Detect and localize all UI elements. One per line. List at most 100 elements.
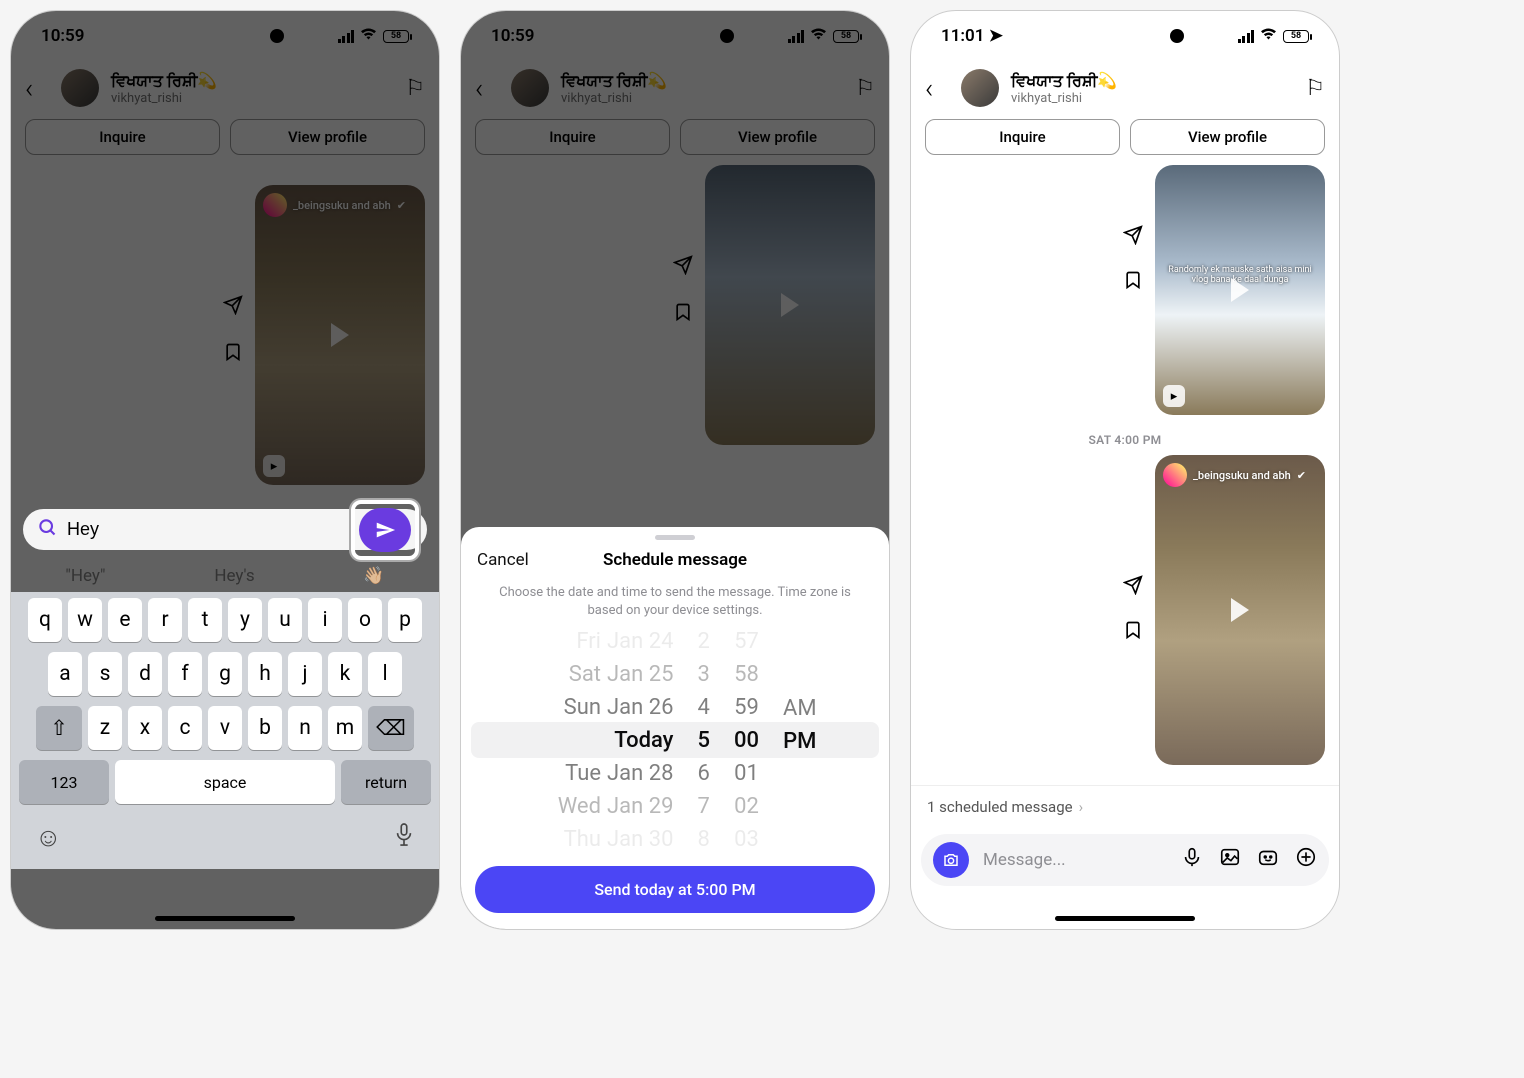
minute-column[interactable]: 57 58 59 00 01 02 03 [734,630,759,850]
gallery-icon[interactable] [1219,846,1241,874]
chat-scroll[interactable]: Randomly ek mauske sath aisa mini vlog b… [911,165,1339,785]
scheduled-messages-bar[interactable]: 1 scheduled message › [911,785,1339,828]
ampm-column[interactable]: AM PM [783,636,817,844]
key[interactable]: l [368,652,402,696]
add-icon[interactable] [1295,846,1317,874]
scheduled-label: 1 scheduled message [927,798,1073,816]
key[interactable]: y [228,598,262,642]
key[interactable]: t [188,598,222,642]
key[interactable]: s [88,652,122,696]
view-profile-button[interactable]: View profile [1130,119,1325,155]
input-actions [1181,846,1317,874]
sheet-header: Cancel Schedule message [461,546,889,580]
date-column[interactable]: Fri Jan 24 Sat Jan 25 Sun Jan 26 Today T… [533,630,673,850]
selected-ampm: PM [783,729,816,754]
camera-notch [1170,29,1184,43]
key[interactable]: d [128,652,162,696]
status-indicators: 58 [1238,27,1310,45]
verify-icon: ✔ [1297,469,1306,482]
message-placeholder[interactable]: Message... [983,850,1167,870]
key[interactable]: w [68,598,102,642]
key[interactable]: a [48,652,82,696]
key[interactable]: z [88,706,122,750]
mic-key[interactable] [393,822,415,855]
sheet-description: Choose the date and time to send the mes… [461,580,889,630]
bookmark-icon[interactable] [1123,270,1143,295]
sheet-title: Schedule message [603,550,747,570]
space-key[interactable]: space [115,760,335,804]
contact-name-block[interactable]: ਵਿਖਯਾਤ ਰਿਸ਼ੀ💫 vikhyat_rishi [1011,71,1293,106]
key[interactable]: j [288,652,322,696]
shared-reel-card[interactable]: Randomly ek mauske sath aisa mini vlog b… [1155,165,1325,415]
schedule-send-button[interactable]: Send today at 5:00 PM [475,866,875,913]
numbers-key[interactable]: 123 [19,760,109,804]
inquire-button[interactable]: Inquire [925,119,1120,155]
suggestion[interactable]: Hey's [214,566,254,586]
sticker-icon[interactable] [1257,846,1279,874]
key[interactable]: f [168,652,202,696]
back-icon[interactable]: ‹ [925,72,949,105]
home-indicator[interactable] [1055,916,1195,921]
play-icon [1231,598,1249,622]
selected-hour: 5 [697,728,710,753]
key[interactable]: r [148,598,182,642]
suggestion[interactable]: "Hey" [65,566,105,586]
key[interactable]: g [208,652,242,696]
mic-icon[interactable] [1181,846,1203,874]
return-key[interactable]: return [341,760,431,804]
share-icon[interactable] [1123,225,1143,250]
key[interactable]: q [28,598,62,642]
timestamp-label: SAT 4:00 PM [911,425,1339,455]
key[interactable]: o [348,598,382,642]
key[interactable]: c [168,706,202,750]
play-icon [1231,278,1249,302]
key[interactable]: b [248,706,282,750]
message-side-icons [1123,575,1143,645]
status-time: 11:01 ➤ [941,26,1003,46]
key[interactable]: p [388,598,422,642]
bookmark-icon[interactable] [1123,620,1143,645]
schedule-sheet: Cancel Schedule message Choose the date … [461,527,889,929]
key[interactable]: x [128,706,162,750]
cancel-button[interactable]: Cancel [477,550,529,570]
profile-action-row: Inquire View profile [911,115,1339,165]
backspace-key[interactable]: ⌫ [368,706,414,750]
selected-minute: 00 [734,728,759,753]
message-side-icons [1123,225,1143,295]
shift-key[interactable]: ⇧ [36,706,82,750]
sheet-handle[interactable] [655,535,695,540]
key[interactable]: i [308,598,342,642]
wifi-icon [1260,27,1277,45]
flag-icon[interactable]: ⚐ [1305,76,1325,101]
reels-icon: ▸ [1163,385,1185,407]
reel-username: _beingsuku and abh [1193,469,1291,482]
emoji-key[interactable]: ☺ [35,822,62,855]
key[interactable]: u [268,598,302,642]
key[interactable]: n [288,706,322,750]
key[interactable]: e [108,598,142,642]
avatar[interactable] [961,69,999,107]
message-input-row: Message... [921,834,1329,886]
send-button-highlight [351,500,419,560]
suggestion[interactable]: 👋🏼 [363,566,384,586]
send-button[interactable] [359,508,411,552]
display-name: ਵਿਖਯਾਤ ਰਿਸ਼ੀ [1011,71,1097,90]
phone-screen-scheduled-indicator: 11:01 ➤ 58 ‹ ਵਿਖਯਾਤ ਰਿਸ਼ੀ💫 vikhyat_rishi… [910,10,1340,930]
chevron-right-icon: › [1079,798,1084,816]
keyboard-suggestions: "Hey" Hey's 👋🏼 [11,554,439,592]
key[interactable]: k [328,652,362,696]
battery-icon: 58 [1283,30,1309,43]
key[interactable]: h [248,652,282,696]
key[interactable]: v [208,706,242,750]
picker-selection-band [471,722,879,758]
chat-header: ‹ ਵਿਖਯਾਤ ਰਿਸ਼ੀ💫 vikhyat_rishi ⚐ [911,61,1339,115]
datetime-picker[interactable]: Fri Jan 24 Sat Jan 25 Sun Jan 26 Today T… [461,630,889,850]
key[interactable]: m [328,706,362,750]
shared-reel-card[interactable]: _beingsuku and abh ✔ [1155,455,1325,765]
hour-column[interactable]: 2 3 4 5 6 7 8 [697,630,710,850]
camera-button[interactable] [933,842,969,878]
share-icon[interactable] [1123,575,1143,600]
name-emoji: 💫 [1097,71,1117,90]
search-icon[interactable] [37,517,57,542]
phone-screen-schedule-picker: 10:59 58 ‹ ਵਿਖਯਾਤ ਰਿਸ਼ੀ💫 vikhyat_rishi ⚐… [460,10,890,930]
